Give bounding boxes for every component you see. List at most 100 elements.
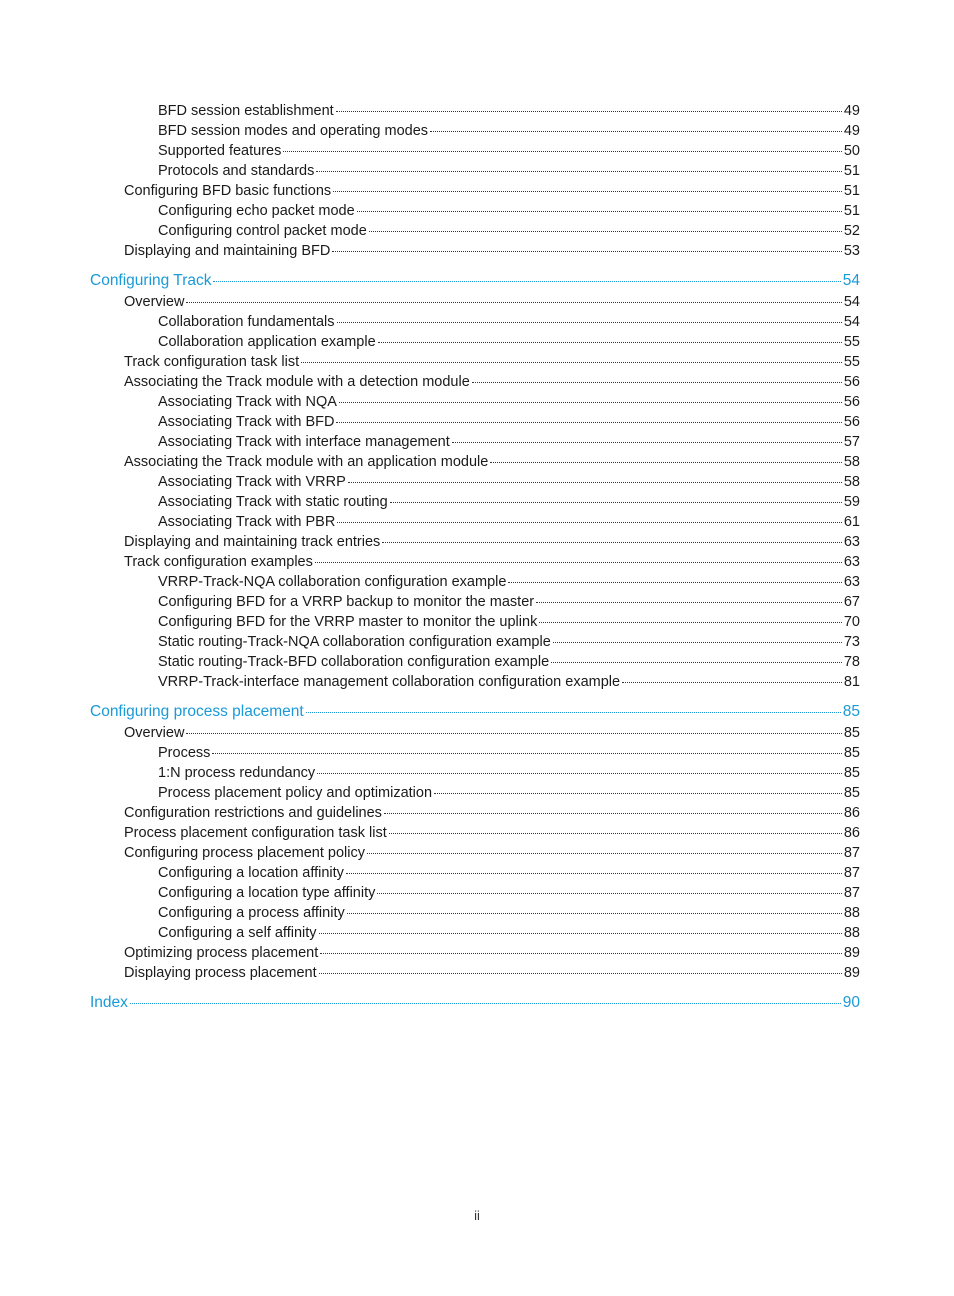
toc-entry-title: Configuring a process affinity	[158, 905, 345, 921]
toc-page-number: 85	[843, 725, 860, 741]
dot-leader	[377, 328, 842, 343]
dot-leader	[305, 698, 841, 713]
toc-entry-link[interactable]: Displaying and maintaining BFD 53	[124, 240, 860, 260]
toc-entry-title: Associating Track with VRRP	[158, 474, 346, 490]
toc-chapter-link[interactable]: Index 90	[90, 992, 860, 1012]
toc-entry-title: Process placement configuration task lis…	[124, 825, 387, 841]
toc-entry-title: Configuring BFD basic functions	[124, 183, 332, 199]
toc-entry-link[interactable]: VRRP-Track-interface management collabor…	[158, 671, 860, 691]
toc-page-number: 52	[843, 223, 860, 239]
toc-page-number: 54	[842, 272, 860, 289]
dot-leader	[539, 608, 842, 623]
toc-page-number: 58	[843, 474, 860, 490]
dot-leader	[212, 739, 842, 754]
toc-entry-title: Static routing-Track-NQA collaboration c…	[158, 634, 551, 650]
dot-leader	[356, 197, 842, 212]
toc-page-number: 58	[843, 454, 860, 470]
dot-leader	[332, 237, 842, 252]
toc-page-number: 50	[843, 143, 860, 159]
toc-entry-title: Configuring process placement policy	[124, 845, 365, 861]
toc-entry-title: Protocols and standards	[158, 163, 315, 179]
toc-entry-title: 1:N process redundancy	[158, 765, 316, 781]
page-number: ii	[474, 1208, 480, 1223]
dot-leader	[301, 348, 842, 363]
dot-leader	[283, 137, 842, 152]
toc-page-number: 61	[843, 514, 860, 530]
toc-page-number: 51	[843, 183, 860, 199]
toc-page-number: 54	[843, 314, 860, 330]
dot-leader	[430, 117, 842, 132]
toc-entry-title: Displaying process placement	[124, 965, 317, 981]
dot-leader	[317, 759, 842, 774]
toc-page-number: 63	[843, 574, 860, 590]
toc-page-number: 87	[843, 865, 860, 881]
dot-leader	[383, 799, 842, 814]
toc-page-number: 49	[843, 123, 860, 139]
toc-page-number: 56	[843, 394, 860, 410]
toc-entry-title: Configuring a self affinity	[158, 925, 317, 941]
dot-leader	[337, 508, 842, 523]
toc-entry-title: Displaying and maintaining BFD	[124, 243, 331, 259]
toc-page-number: 63	[843, 534, 860, 550]
toc-chapter-link[interactable]: Configuring Track 54	[90, 270, 860, 290]
toc-entry-title: BFD session establishment	[158, 103, 334, 119]
toc-entry-title: Configuring BFD for the VRRP master to m…	[158, 614, 538, 630]
toc-page-number: 49	[843, 103, 860, 119]
toc-page-number: 85	[843, 765, 860, 781]
dot-leader	[490, 448, 842, 463]
toc-page-number: 85	[842, 703, 860, 720]
toc-page-number: 70	[843, 614, 860, 630]
toc-page-number: 85	[843, 745, 860, 761]
toc-page-number: 59	[843, 494, 860, 510]
toc-page-number: 56	[843, 374, 860, 390]
dot-leader	[434, 779, 842, 794]
toc-entry-title: Configuring a location affinity	[158, 865, 344, 881]
dot-leader	[345, 859, 842, 874]
dot-leader	[622, 668, 842, 683]
toc-chapter-link[interactable]: Configuring process placement 85	[90, 701, 860, 721]
dot-leader	[335, 97, 842, 112]
dot-leader	[508, 568, 842, 583]
dot-leader	[377, 879, 842, 894]
toc-entry-title: Configuring BFD for a VRRP backup to mon…	[158, 594, 535, 610]
dot-leader	[129, 989, 841, 1004]
toc-entry-title: Associating Track with interface managem…	[158, 434, 450, 450]
toc-entry-title: Collaboration fundamentals	[158, 314, 335, 330]
toc-page-number: 89	[843, 965, 860, 981]
toc-entry-title: Associating Track with PBR	[158, 514, 336, 530]
dot-leader	[368, 217, 842, 232]
dot-leader	[451, 428, 842, 443]
dot-leader	[186, 719, 842, 734]
dot-leader	[382, 528, 842, 543]
toc-entry-title: Optimizing process placement	[124, 945, 319, 961]
dot-leader	[336, 308, 842, 323]
toc-entry-link[interactable]: Displaying process placement 89	[124, 962, 860, 982]
toc-page-number: 90	[842, 994, 860, 1011]
toc-page-number: 67	[843, 594, 860, 610]
toc-page-number: 78	[843, 654, 860, 670]
toc-page-number: 56	[843, 414, 860, 430]
dot-leader	[318, 919, 842, 934]
toc-page-number: 88	[843, 905, 860, 921]
dot-leader	[213, 267, 841, 282]
toc-entry-title: Configuring echo packet mode	[158, 203, 355, 219]
dot-leader	[551, 648, 842, 663]
toc-page-number: 54	[843, 294, 860, 310]
dot-leader	[186, 288, 842, 303]
dot-leader	[552, 628, 842, 643]
toc-entry-title: Track configuration task list	[124, 354, 300, 370]
toc-page-number: 63	[843, 554, 860, 570]
toc-entry-title: Static routing-Track-BFD collaboration c…	[158, 654, 550, 670]
dot-leader	[318, 959, 842, 974]
dot-leader	[338, 388, 842, 403]
toc-page-number: 87	[843, 845, 860, 861]
toc-entry-title: Supported features	[158, 143, 282, 159]
toc-page-number: 86	[843, 825, 860, 841]
toc-entry-title: Process	[158, 745, 211, 761]
toc-entry-title: Overview	[124, 294, 185, 310]
toc-entry-title: Track configuration examples	[124, 554, 313, 570]
toc-page-number: 86	[843, 805, 860, 821]
toc-page-number: 73	[843, 634, 860, 650]
toc-entry-title: Associating Track with BFD	[158, 414, 335, 430]
toc-page-number: 57	[843, 434, 860, 450]
